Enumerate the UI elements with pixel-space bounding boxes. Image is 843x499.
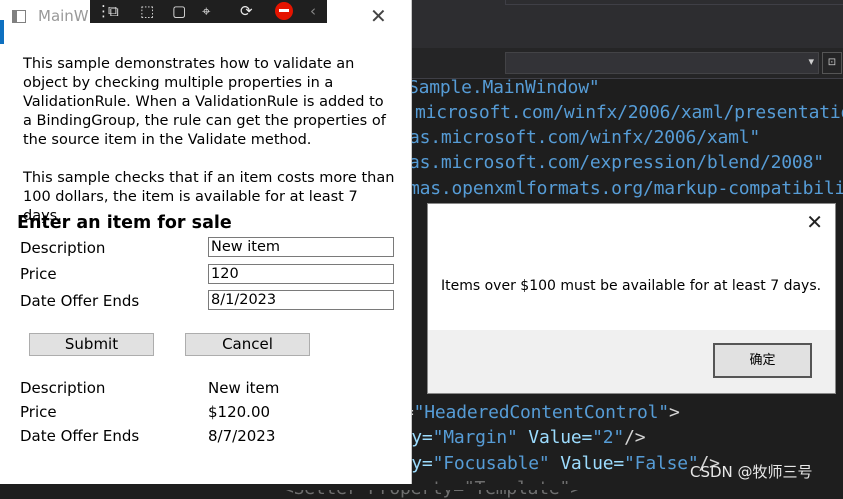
live-visual-tree-icon[interactable]: ⧉: [108, 2, 119, 20]
message-text: Items over $100 must be available for at…: [441, 278, 822, 294]
form-heading: Enter an item for sale: [17, 213, 232, 233]
description-input[interactable]: [208, 237, 394, 257]
hot-reload-icon[interactable]: ⟳: [240, 2, 253, 20]
code-token: "2": [592, 427, 625, 448]
watermark: CSDN @牧师三号: [690, 463, 813, 481]
price-label: Price: [20, 265, 57, 283]
summary-date-label: Date Offer Ends: [20, 427, 140, 445]
code-token: Value=: [517, 427, 593, 448]
chevron-down-icon: ▾: [808, 55, 814, 68]
close-icon[interactable]: ✕: [806, 210, 823, 234]
code-token: Value=: [549, 453, 625, 474]
dialog-footer: 确定: [428, 330, 835, 393]
description-text: This sample demonstrates how to validate…: [23, 56, 386, 148]
select-element-icon[interactable]: ⬚: [140, 2, 154, 20]
ide-search-box[interactable]: [505, 0, 843, 5]
code-line: rty="Focusable" Value="False"/>: [390, 453, 720, 474]
window-title: MainW: [38, 7, 89, 25]
code-line: Sample.MainWindow": [408, 77, 600, 98]
collapse-chevron-icon[interactable]: ‹: [310, 2, 316, 20]
main-window: MainW ✕ This sample demonstrates how to …: [0, 0, 412, 484]
cancel-button[interactable]: Cancel: [185, 333, 310, 356]
code-token: />: [624, 427, 646, 448]
xaml-debug-toolbar: ⋮ ⧉ ⬚ ▢ ⌖ ⟳ ‹: [90, 0, 327, 23]
description-label: Description: [20, 239, 106, 257]
code-line: as.microsoft.com/winfx/2006/xaml": [409, 127, 761, 148]
date-offer-ends-label: Date Offer Ends: [20, 292, 140, 310]
code-token: >: [668, 402, 680, 423]
ide-member-dropdown[interactable]: ▾: [505, 52, 819, 74]
summary-description-label: Description: [20, 379, 106, 397]
track-focus-icon[interactable]: ⌖: [202, 2, 210, 20]
focus-accent-bar: [0, 20, 4, 44]
summary-description-value: New item: [208, 379, 280, 397]
code-token: "HeaderedContentControl": [413, 402, 669, 423]
summary-date-value: 8/7/2023: [208, 427, 276, 445]
code-line: rty="Margin" Value="2"/>: [390, 427, 646, 448]
close-icon[interactable]: ✕: [370, 4, 387, 28]
display-layout-adorners-icon[interactable]: ▢: [172, 2, 186, 20]
ide-bottom-area: [0, 484, 843, 490]
summary-price-label: Price: [20, 403, 57, 421]
date-offer-ends-input[interactable]: [208, 290, 394, 310]
code-token: "False": [624, 453, 699, 474]
stop-icon[interactable]: [275, 2, 293, 20]
message-box-dialog: ✕ Items over $100 must be available for …: [427, 203, 836, 394]
split-editor-icon[interactable]: ⊡: [822, 52, 842, 74]
code-token: "Focusable": [432, 453, 550, 474]
price-input[interactable]: [208, 264, 394, 284]
ok-button[interactable]: 确定: [713, 343, 812, 378]
code-line: ="HeaderedContentControl">: [403, 402, 680, 423]
code-token: "Margin": [432, 427, 518, 448]
window-icon: [12, 10, 26, 23]
code-line: microsoft.com/winfx/2006/xaml/presentati…: [415, 102, 843, 123]
submit-button[interactable]: Submit: [29, 333, 154, 356]
code-line: as.microsoft.com/expression/blend/2008": [409, 152, 824, 173]
code-line: mas.openxmlformats.org/markup-compatibil…: [409, 178, 843, 199]
summary-price-value: $120.00: [208, 403, 271, 421]
